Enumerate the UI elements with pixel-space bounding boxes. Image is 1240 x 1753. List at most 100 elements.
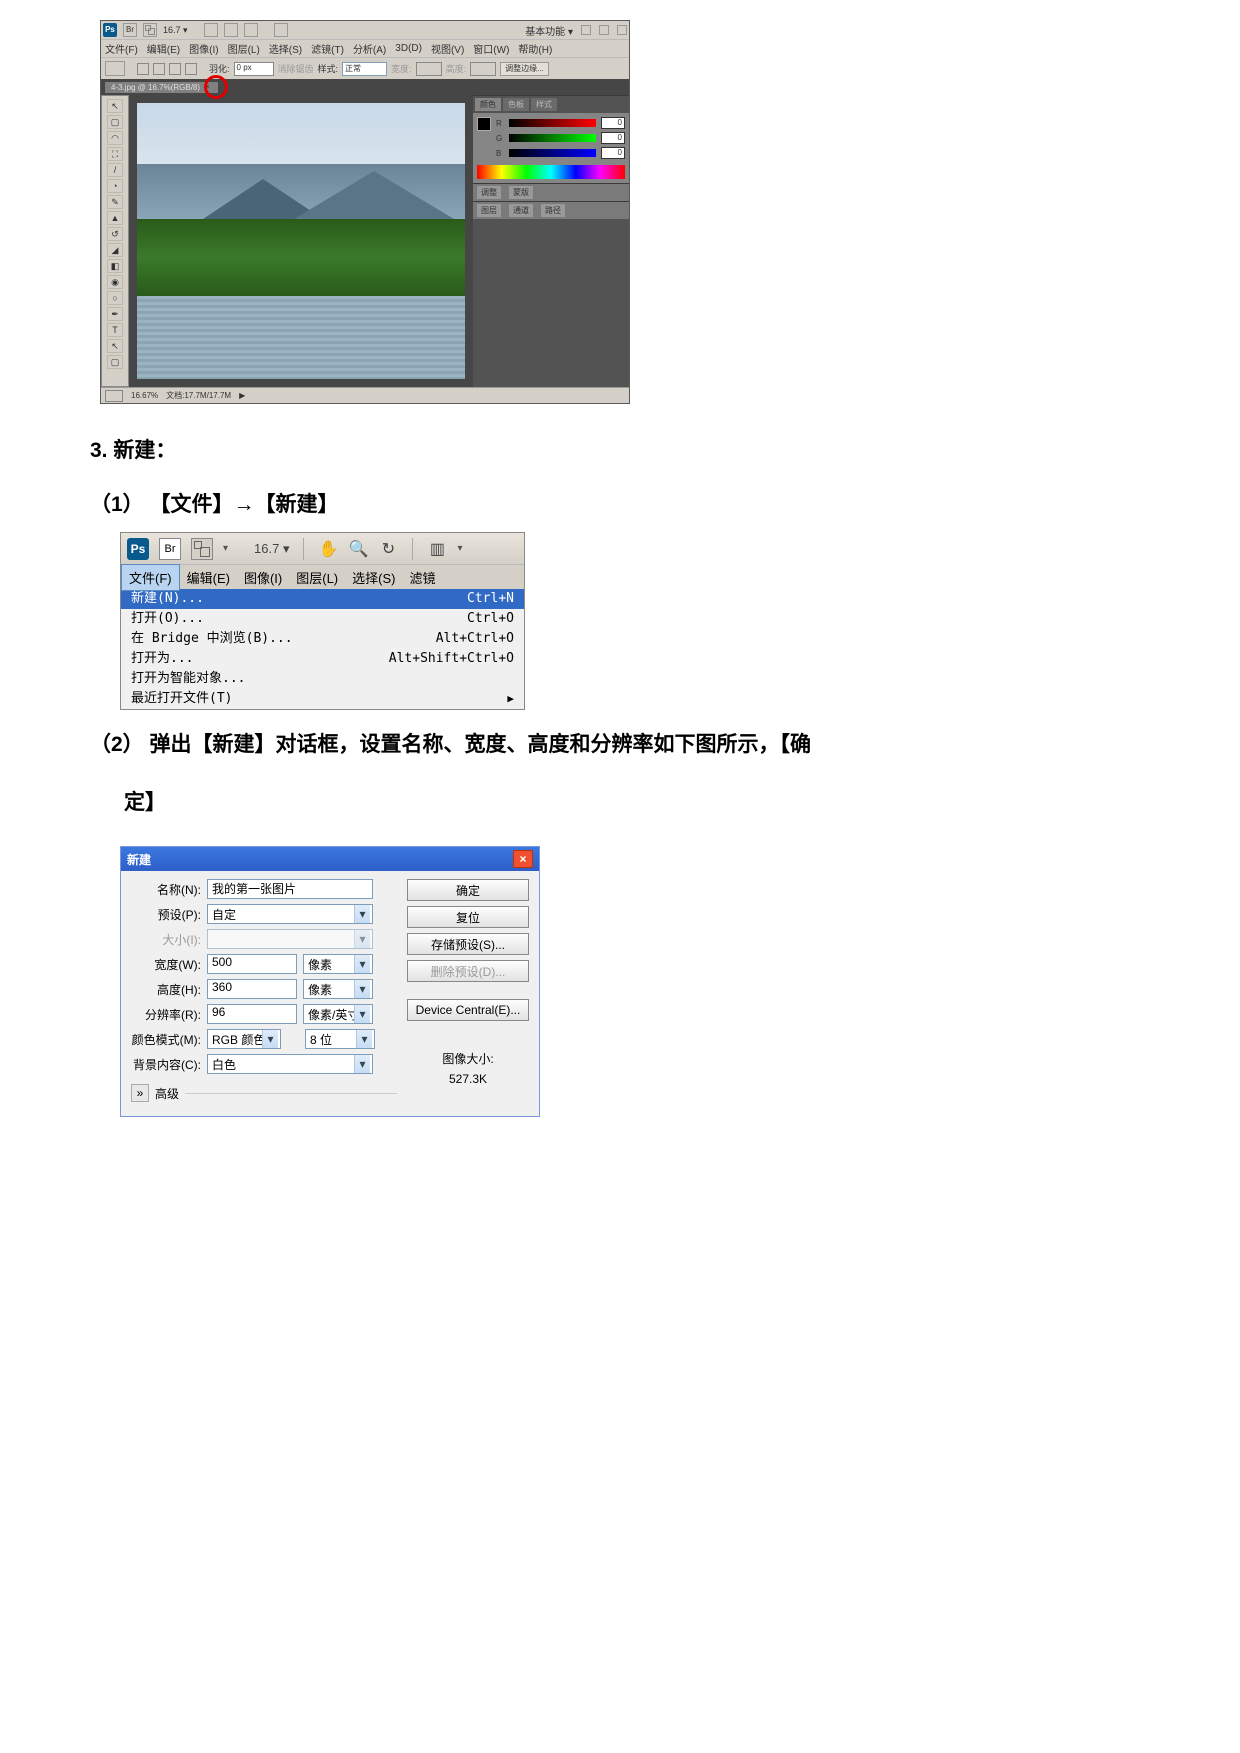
document-tab[interactable]: 4-3.jpg @ 16.7%(RGB/8) ×: [105, 82, 218, 93]
feather-input[interactable]: 0 px: [234, 62, 274, 76]
close-btn[interactable]: [617, 25, 627, 35]
gradient-tool[interactable]: ◧: [107, 259, 123, 273]
select-height-unit[interactable]: 像素: [303, 979, 373, 999]
maximize-btn[interactable]: [599, 25, 609, 35]
move-tool[interactable]: ↖: [107, 99, 123, 113]
label-adv[interactable]: 高级: [155, 1085, 179, 1102]
rotate-icon[interactable]: [244, 23, 258, 37]
r-value[interactable]: 0: [601, 117, 625, 129]
history-brush-tool[interactable]: ↺: [107, 227, 123, 241]
menu-item-recent[interactable]: 最近打开文件(T) ▶: [121, 689, 524, 709]
select-bg[interactable]: 白色: [207, 1054, 373, 1074]
menu-help[interactable]: 帮助(H): [518, 41, 552, 56]
lasso-tool[interactable]: ◠: [107, 131, 123, 145]
brush-tool[interactable]: ✎: [107, 195, 123, 209]
select-bits[interactable]: 8 位: [305, 1029, 375, 1049]
dodge-tool[interactable]: ○: [107, 291, 123, 305]
menu-analysis[interactable]: 分析(A): [353, 41, 386, 56]
dialog-close-btn[interactable]: ×: [513, 850, 533, 868]
menu-image[interactable]: 图像(I): [189, 41, 218, 56]
spectrum-slider[interactable]: [477, 165, 625, 179]
layout-icon[interactable]: [143, 23, 157, 37]
menu-layer[interactable]: 图层(L): [228, 41, 260, 56]
menu-item-smart[interactable]: 打开为智能对象...: [121, 669, 524, 689]
status-zoom[interactable]: 16.67%: [131, 391, 158, 400]
bridge-icon[interactable]: Br: [123, 23, 137, 37]
workspace-dropdown[interactable]: 基本功能 ▾: [525, 23, 573, 38]
pen-tool[interactable]: ✒: [107, 307, 123, 321]
tab-adjust[interactable]: 调整: [477, 186, 501, 199]
zoom-icon[interactable]: [224, 23, 238, 37]
menu-select[interactable]: 选择(S): [345, 565, 402, 590]
tab-swatch[interactable]: 色板: [503, 98, 529, 111]
screen-mode-caret[interactable]: ▾: [457, 543, 462, 554]
input-height[interactable]: 360: [207, 979, 297, 999]
bridge-icon[interactable]: Br: [159, 538, 181, 560]
menu-item-bridge[interactable]: 在 Bridge 中浏览(B)... Alt+Ctrl+O: [121, 629, 524, 649]
reset-button[interactable]: 复位: [407, 906, 529, 928]
adv-toggle-icon[interactable]: »: [131, 1084, 149, 1102]
hand-icon[interactable]: [204, 23, 218, 37]
eyedropper-tool[interactable]: /: [107, 163, 123, 177]
sub-sel-icon[interactable]: [169, 63, 181, 75]
hand-icon[interactable]: ✋: [318, 539, 338, 559]
minimize-btn[interactable]: [581, 25, 591, 35]
menu-image[interactable]: 图像(I): [237, 565, 289, 590]
menu-edit[interactable]: 编辑(E): [180, 565, 237, 590]
menu-file[interactable]: 文件(F): [105, 41, 138, 56]
layout-icon[interactable]: [191, 538, 213, 560]
shape-tool[interactable]: ▢: [107, 355, 123, 369]
layout-caret-icon[interactable]: ▾: [223, 543, 228, 554]
path-select-tool[interactable]: ↖: [107, 339, 123, 353]
ok-button[interactable]: 确定: [407, 879, 529, 901]
menu-item-openas[interactable]: 打开为... Alt+Shift+Ctrl+O: [121, 649, 524, 669]
intersect-sel-icon[interactable]: [185, 63, 197, 75]
rotate-icon[interactable]: ↻: [378, 539, 398, 559]
input-name[interactable]: 我的第一张图片: [207, 879, 373, 899]
healing-tool[interactable]: ◔: [107, 179, 123, 193]
menu-edit[interactable]: 编辑(E): [147, 41, 180, 56]
marquee-tool[interactable]: ▢: [107, 115, 123, 129]
eraser-tool[interactable]: ◢: [107, 243, 123, 257]
blur-tool[interactable]: ◉: [107, 275, 123, 289]
new-sel-icon[interactable]: [137, 63, 149, 75]
type-tool[interactable]: T: [107, 323, 123, 337]
crop-tool[interactable]: ⛶: [107, 147, 123, 161]
g-slider[interactable]: [509, 134, 596, 142]
tool-preset[interactable]: [105, 61, 125, 76]
add-sel-icon[interactable]: [153, 63, 165, 75]
select-mode[interactable]: RGB 颜色: [207, 1029, 281, 1049]
b-slider[interactable]: [509, 149, 596, 157]
zoom-dropdown[interactable]: 16.7 ▾: [254, 541, 289, 557]
screen-mode-icon[interactable]: ▥: [427, 539, 447, 559]
zoom-icon[interactable]: 🔍: [348, 539, 368, 559]
status-arrow[interactable]: ▶: [239, 391, 245, 400]
tab-layer[interactable]: 图层: [477, 204, 501, 217]
zoom-dropdown[interactable]: 16.7 ▾: [163, 25, 188, 36]
save-preset-button[interactable]: 存储预设(S)...: [407, 933, 529, 955]
g-value[interactable]: 0: [601, 132, 625, 144]
tab-color[interactable]: 颜色: [475, 98, 501, 111]
menu-select[interactable]: 选择(S): [269, 41, 302, 56]
menu-view[interactable]: 视图(V): [431, 41, 464, 56]
style-select[interactable]: 正常: [342, 62, 387, 76]
input-width[interactable]: 500: [207, 954, 297, 974]
foreground-swatch[interactable]: [477, 117, 491, 131]
select-preset[interactable]: 自定: [207, 904, 373, 924]
device-central-button[interactable]: Device Central(E)...: [407, 999, 529, 1021]
menu-3d[interactable]: 3D(D): [395, 43, 422, 54]
select-width-unit[interactable]: 像素: [303, 954, 373, 974]
menu-item-new[interactable]: 新建(N)... Ctrl+N: [121, 589, 524, 609]
menu-window[interactable]: 窗口(W): [473, 41, 509, 56]
r-slider[interactable]: [509, 119, 596, 127]
refine-edge-btn[interactable]: 调整边缘...: [500, 62, 549, 76]
menu-file[interactable]: 文件(F): [121, 564, 180, 591]
clone-tool[interactable]: ▲: [107, 211, 123, 225]
tab-mask[interactable]: 蒙版: [509, 186, 533, 199]
menu-filter[interactable]: 滤镜: [402, 565, 442, 590]
tab-style[interactable]: 样式: [531, 98, 557, 111]
menu-filter[interactable]: 滤镜(T): [311, 41, 344, 56]
tab-path[interactable]: 路径: [541, 204, 565, 217]
tab-channel[interactable]: 通道: [509, 204, 533, 217]
select-res-unit[interactable]: 像素/英寸: [303, 1004, 373, 1024]
